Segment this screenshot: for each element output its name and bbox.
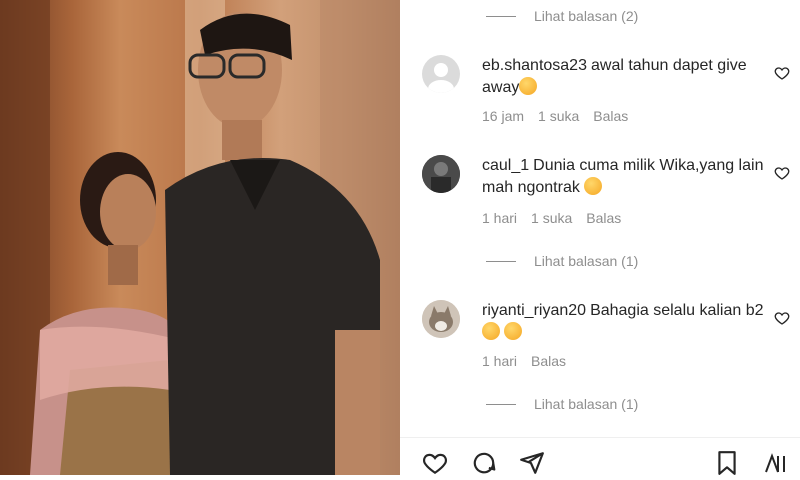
comment-meta: 1 hari 1 suka Balas xyxy=(482,210,621,226)
comment-meta: 1 hari Balas xyxy=(482,353,566,369)
comment-username[interactable]: eb.shantosa23 xyxy=(482,57,587,74)
comments-panel: Lihat balasan (2) eb.shantosa23 awal tahu… xyxy=(400,0,800,475)
bookmark-icon[interactable] xyxy=(714,450,740,476)
view-replies-label: Lihat balasan (1) xyxy=(534,396,639,412)
comment-text: eb.shantosa23 awal tahun dapet give away xyxy=(482,55,767,99)
comment-likes[interactable]: 1 suka xyxy=(531,210,572,226)
view-replies-link[interactable]: Lihat balasan (1) xyxy=(486,253,638,269)
reply-button[interactable]: Balas xyxy=(586,210,621,226)
avatar[interactable] xyxy=(422,155,460,193)
avatar[interactable] xyxy=(422,55,460,93)
more-options-icon[interactable] xyxy=(760,450,790,476)
tongue-out-emoji-icon xyxy=(519,77,538,95)
comment-time: 1 hari xyxy=(482,210,518,226)
comment-icon[interactable] xyxy=(470,450,498,476)
like-comment-heart-icon[interactable] xyxy=(774,65,790,81)
share-icon[interactable] xyxy=(518,450,546,476)
comment-username[interactable]: riyanti_riyan20 xyxy=(482,302,586,319)
comment-likes[interactable]: 1 suka xyxy=(538,108,579,124)
post-actions-bar xyxy=(400,450,800,480)
view-replies-link[interactable]: Lihat balasan (2) xyxy=(486,8,638,24)
replies-line xyxy=(486,403,516,405)
comment-text: riyanti_riyan20 Bahagia selalu kalian b2 xyxy=(482,300,767,344)
like-comment-heart-icon[interactable] xyxy=(774,165,790,181)
divider xyxy=(400,437,800,438)
view-replies-label: Lihat balasan (1) xyxy=(534,253,639,269)
avatar[interactable] xyxy=(422,300,460,338)
comment-meta: 16 jam 1 suka Balas xyxy=(482,108,628,124)
surprised-emoji-icon xyxy=(584,177,603,195)
replies-line xyxy=(486,15,516,17)
replies-line xyxy=(486,260,516,262)
view-replies-link[interactable]: Lihat balasan (1) xyxy=(486,396,638,412)
default-avatar-icon xyxy=(428,63,454,93)
heart-eyes-emoji-icon xyxy=(482,322,500,340)
heart-eyes-emoji-icon xyxy=(504,322,523,340)
cat-avatar-icon xyxy=(422,300,460,338)
post-photo xyxy=(0,0,400,475)
heart-icon[interactable] xyxy=(420,450,450,476)
comment-body: Bahagia selalu kalian b2 xyxy=(590,302,764,319)
comment-text: caul_1 Dunia cuma milik Wika,yang lain ma… xyxy=(482,155,767,199)
like-comment-heart-icon[interactable] xyxy=(774,310,790,326)
reply-button[interactable]: Balas xyxy=(531,353,566,369)
user-photo-icon xyxy=(422,155,460,193)
couple-photo-illustration xyxy=(0,0,400,475)
comment-time: 16 jam xyxy=(482,108,525,124)
comment-time: 1 hari xyxy=(482,353,518,369)
view-replies-label: Lihat balasan (2) xyxy=(534,8,639,24)
comment-username[interactable]: caul_1 xyxy=(482,157,529,174)
reply-button[interactable]: Balas xyxy=(593,108,628,124)
